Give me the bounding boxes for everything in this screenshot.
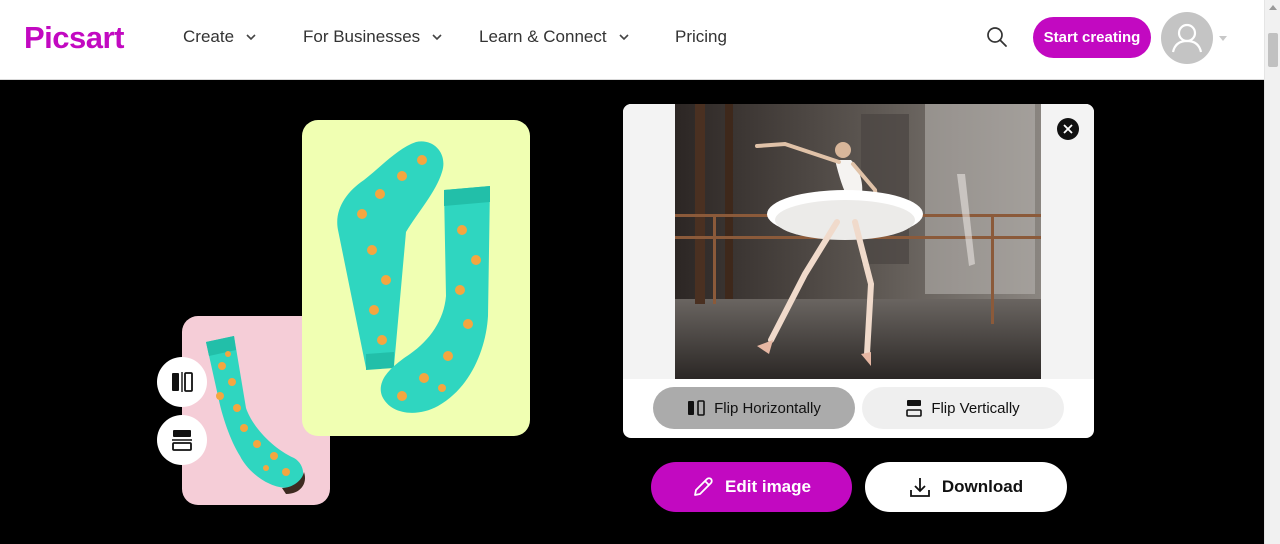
nav-create-label: Create [183, 27, 235, 46]
nav-pricing-label: Pricing [675, 27, 727, 46]
download-button[interactable]: Download [865, 462, 1067, 512]
flip-horizontally-button[interactable]: Flip Horizontally [653, 387, 855, 429]
search-icon[interactable] [986, 26, 1008, 48]
page: Picsart Create For Businesses Learn & Co… [0, 0, 1280, 544]
edit-image-button[interactable]: Edit image [651, 462, 852, 512]
scroll-up-arrow-icon[interactable] [1269, 5, 1277, 10]
flip-vertically-button[interactable]: Flip Vertically [862, 387, 1064, 429]
flip-vertically-label: Flip Vertically [931, 399, 1020, 417]
download-icon [909, 478, 930, 497]
user-icon [1171, 23, 1203, 53]
chevron-down-icon [619, 34, 629, 41]
ballerina-photo [675, 104, 1041, 379]
edit-image-label: Edit image [725, 477, 811, 496]
nav-for-businesses-label: For Businesses [303, 27, 421, 46]
pencil-icon [694, 477, 713, 496]
site-header: Picsart Create For Businesses Learn & Co… [0, 0, 1264, 80]
close-icon [1063, 124, 1073, 134]
avatar[interactable] [1161, 12, 1213, 64]
download-label: Download [941, 477, 1024, 496]
nav-create[interactable]: Create [183, 27, 256, 47]
picsart-logo[interactable]: Picsart [24, 20, 124, 56]
flip-vertical-circle-button[interactable] [157, 415, 207, 465]
image-preview-panel: Flip Horizontally Flip Vertically [623, 104, 1094, 438]
chevron-down-icon [246, 34, 256, 41]
flip-horizontal-icon [172, 372, 193, 392]
nav-learn-connect-label: Learn & Connect [479, 27, 607, 46]
nav-learn-connect[interactable]: Learn & Connect [479, 27, 629, 47]
ballerina-image [675, 104, 1041, 379]
flip-vertical-icon [172, 430, 192, 451]
close-button[interactable] [1057, 118, 1079, 140]
sock-pair-card [302, 120, 530, 436]
flip-vertical-icon [906, 400, 923, 417]
flip-horizontally-label: Flip Horizontally [714, 399, 821, 417]
chevron-down-icon [432, 34, 442, 41]
flip-horizontal-icon [688, 400, 705, 416]
flip-horizontal-circle-button[interactable] [157, 357, 207, 407]
sock-pair-image [337, 141, 490, 413]
scrollbar[interactable] [1264, 0, 1280, 544]
scroll-thumb[interactable] [1268, 33, 1278, 67]
nav-pricing[interactable]: Pricing [675, 27, 727, 47]
nav-for-businesses[interactable]: For Businesses [303, 27, 442, 47]
caret-down-icon[interactable] [1219, 34, 1227, 42]
start-creating-button[interactable]: Start creating [1033, 17, 1151, 58]
